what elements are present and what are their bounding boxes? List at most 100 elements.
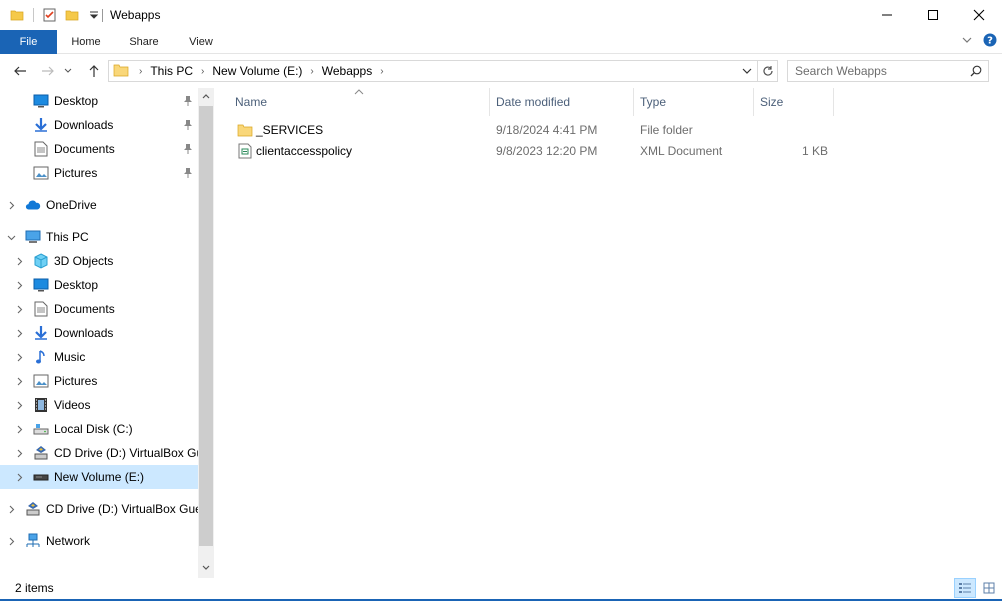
forward-button[interactable] [39, 62, 57, 80]
search-input[interactable] [795, 64, 965, 78]
desktop-icon [33, 277, 49, 293]
back-button[interactable] [11, 62, 29, 80]
3d-objects-icon [33, 253, 49, 269]
folder-icon [113, 63, 129, 80]
scroll-down-icon[interactable] [198, 560, 214, 576]
column-header-date-modified[interactable]: Date modified [490, 88, 634, 116]
breadcrumb-webapps[interactable]: Webapps [322, 64, 372, 78]
sidebar-item-3d-objects[interactable]: 3D Objects [0, 249, 198, 273]
tab-home[interactable]: Home [60, 30, 112, 54]
minimize-button[interactable] [864, 0, 910, 30]
file-date: 9/18/2024 4:41 PM [496, 123, 598, 137]
sidebar-item-onedrive[interactable]: OneDrive [0, 193, 198, 217]
refresh-button[interactable] [758, 60, 778, 82]
sidebar-item-label: This PC [46, 230, 89, 244]
sidebar-item-new-volume-e[interactable]: New Volume (E:) [0, 465, 198, 489]
chevron-right-icon[interactable] [14, 369, 24, 393]
chevron-right-icon[interactable] [14, 465, 24, 489]
breadcrumb-this-pc[interactable]: This PC [150, 64, 193, 78]
file-name: _SERVICES [256, 123, 324, 137]
chevron-right-icon[interactable] [14, 393, 24, 417]
tab-file[interactable]: File [0, 30, 57, 54]
chevron-right-icon[interactable] [14, 249, 24, 273]
breadcrumb-chevron-icon[interactable]: › [380, 66, 383, 77]
sidebar-item-cd-drive-d-virtualbox-gu[interactable]: CD Drive (D:) VirtualBox Gu [0, 441, 198, 465]
search-box[interactable] [787, 60, 989, 82]
navigation-pane: Desktop Downloads Documents Pictures OneDriv… [0, 88, 214, 578]
window-title: Webapps [110, 8, 161, 22]
sidebar-item-desktop[interactable]: Desktop [0, 273, 198, 297]
chevron-right-icon[interactable] [6, 497, 16, 521]
sidebar-item-label: Documents [54, 302, 115, 316]
new-folder-icon[interactable] [63, 6, 81, 24]
column-header-type[interactable]: Type [634, 88, 754, 116]
status-bar: 2 items [0, 578, 1002, 601]
sidebar-item-label: Videos [54, 398, 91, 412]
sidebar-item-label: Network [46, 534, 91, 548]
sidebar-item-music[interactable]: Music [0, 345, 198, 369]
chevron-right-icon[interactable] [14, 273, 24, 297]
tab-view[interactable]: View [175, 30, 227, 54]
documents-icon [33, 301, 49, 317]
scroll-up-icon[interactable] [198, 88, 214, 104]
pictures-icon [33, 373, 49, 389]
onedrive-icon [25, 197, 41, 213]
file-row[interactable]: clientaccesspolicy 9/8/2023 12:20 PM XML… [232, 141, 832, 162]
sidebar-item-cd-drive-d-virtualbox-gues[interactable]: CD Drive (D:) VirtualBox Gues [0, 497, 198, 521]
chevron-right-icon[interactable] [6, 193, 16, 217]
sidebar-item-downloads[interactable]: Downloads [0, 321, 198, 345]
sidebar-item-label: Downloads [54, 118, 114, 132]
help-icon[interactable]: ? [983, 33, 997, 50]
search-icon[interactable] [970, 65, 982, 80]
xml-file-icon [237, 143, 253, 162]
pin-icon [183, 95, 193, 110]
sidebar-item-local-disk-c[interactable]: Local Disk (C:) [0, 417, 198, 441]
quick-access-toolbar [8, 6, 103, 24]
properties-icon[interactable] [41, 6, 59, 24]
address-bar[interactable]: › This PC › New Volume (E:) › Webapps › [108, 60, 758, 82]
sidebar-item-label: Pictures [54, 374, 98, 388]
sidebar-item-network[interactable]: Network [0, 529, 198, 553]
chevron-right-icon[interactable] [14, 345, 24, 369]
sidebar-item-label: OneDrive [46, 198, 97, 212]
folder-icon[interactable] [8, 6, 26, 24]
file-row[interactable]: _SERVICES 9/18/2024 4:41 PM File folder [232, 120, 832, 141]
sidebar-item-desktop[interactable]: Desktop [0, 89, 198, 113]
breadcrumb-chevron-icon[interactable]: › [310, 66, 313, 77]
recent-locations-button[interactable] [62, 62, 74, 80]
chevron-down-icon [64, 68, 72, 73]
nav-scrollbar[interactable] [198, 88, 214, 578]
chevron-right-icon[interactable] [14, 321, 24, 345]
maximize-button[interactable] [910, 0, 956, 30]
sidebar-item-videos[interactable]: Videos [0, 393, 198, 417]
chevron-right-icon[interactable] [14, 417, 24, 441]
expand-ribbon-icon[interactable] [961, 34, 973, 49]
sidebar-item-downloads[interactable]: Downloads [0, 113, 198, 137]
breadcrumb-chevron-icon[interactable]: › [139, 66, 142, 77]
large-icons-view-button[interactable] [978, 578, 1000, 598]
details-view-button[interactable] [954, 578, 976, 598]
close-icon [973, 9, 985, 21]
toolbar-divider [33, 8, 34, 22]
sidebar-item-this-pc[interactable]: This PC [0, 225, 198, 249]
sidebar-item-label: Documents [54, 142, 115, 156]
minimize-icon [882, 14, 892, 16]
close-button[interactable] [956, 0, 1002, 30]
address-dropdown-icon[interactable] [741, 65, 753, 80]
customize-toolbar-icon[interactable] [85, 6, 103, 24]
chevron-right-icon[interactable] [14, 297, 24, 321]
scrollbar-thumb[interactable] [199, 106, 213, 546]
sidebar-item-documents[interactable]: Documents [0, 297, 198, 321]
up-button[interactable] [85, 62, 103, 80]
chevron-right-icon[interactable] [14, 441, 24, 465]
sidebar-item-pictures[interactable]: Pictures [0, 369, 198, 393]
chevron-right-icon[interactable] [6, 529, 16, 553]
sidebar-item-pictures[interactable]: Pictures [0, 161, 198, 185]
chevron-down-icon[interactable] [6, 225, 16, 249]
sidebar-item-documents[interactable]: Documents [0, 137, 198, 161]
breadcrumb-chevron-icon[interactable]: › [201, 66, 204, 77]
column-header-size[interactable]: Size [754, 88, 834, 116]
tab-share[interactable]: Share [118, 30, 170, 54]
forward-arrow-icon [42, 66, 54, 76]
breadcrumb-new-volume[interactable]: New Volume (E:) [212, 64, 302, 78]
